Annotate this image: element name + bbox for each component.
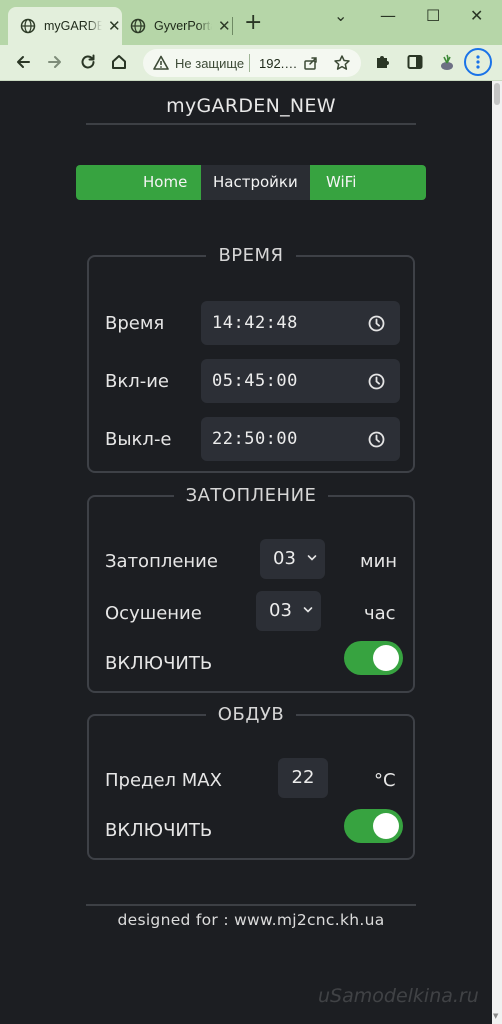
time-label: Время: [105, 313, 165, 334]
tab-gyverportal[interactable]: GyverPortal ✕: [122, 7, 232, 45]
off-time-value: 22:50:00: [212, 429, 298, 449]
dry-hours-select[interactable]: 03: [256, 591, 321, 631]
forward-button[interactable]: [44, 51, 66, 73]
close-tab-icon[interactable]: ✕: [108, 17, 121, 35]
nav-wifi[interactable]: WiFi: [326, 165, 356, 200]
profile-icon[interactable]: [437, 52, 457, 72]
flood-section: ЗАТОПЛЕНИЕ Затопление 03 мин Осушение 03…: [87, 485, 415, 693]
flood-enable-toggle[interactable]: [344, 641, 403, 675]
clock-icon[interactable]: [368, 373, 385, 390]
nav-home[interactable]: Home: [143, 165, 187, 200]
address-bar[interactable]: Не защищено 192.168.1.x: [143, 49, 361, 77]
toggle-knob: [373, 813, 399, 839]
off-time-label: Выкл-е: [105, 429, 172, 450]
close-tab-icon[interactable]: ✕: [218, 17, 231, 35]
toggle-knob: [373, 645, 399, 671]
home-icon: [112, 55, 126, 69]
page-content: myGARDEN_NEW Home Настройки WiFi ВРЕМЯ В…: [0, 81, 492, 1024]
globe-icon: [20, 18, 36, 34]
browser-toolbar: Не защищено 192.168.1.x: [0, 45, 502, 81]
reload-button[interactable]: [77, 51, 99, 73]
tab-title: GyverPortal: [154, 19, 212, 33]
max-limit-value: 22: [291, 767, 315, 788]
extensions-icon[interactable]: [373, 53, 391, 71]
nav-settings[interactable]: Настройки: [201, 165, 310, 200]
menu-icon: [476, 55, 480, 69]
url-text[interactable]: 192.168.1.x: [259, 56, 299, 71]
tab-separator: [232, 17, 233, 35]
flood-label: Затопление: [105, 551, 218, 572]
flood-unit: мин: [360, 551, 398, 572]
footer-divider: [86, 904, 416, 906]
close-window-button[interactable]: ✕: [470, 6, 483, 25]
flood-minutes-value: 03: [273, 548, 296, 569]
blow-enable-toggle[interactable]: [344, 809, 403, 843]
off-time-input[interactable]: 22:50:00: [201, 417, 400, 461]
on-time-value: 05:45:00: [212, 371, 298, 391]
dry-label: Осушение: [105, 603, 202, 624]
clock-icon[interactable]: [368, 431, 385, 448]
chevron-down-icon: [307, 555, 317, 561]
maximize-button[interactable]: ☐: [426, 6, 440, 25]
page-scrollbar[interactable]: ▼: [492, 81, 502, 1024]
tab-mygarden[interactable]: myGARDEN_NEW ✕: [8, 7, 122, 45]
dry-hours-value: 03: [269, 600, 292, 621]
minimize-button[interactable]: —: [380, 6, 396, 25]
globe-icon: [130, 18, 146, 34]
on-time-input[interactable]: 05:45:00: [201, 359, 400, 403]
watermark: uSamodelkina.ru: [318, 985, 479, 1007]
home-button[interactable]: [108, 51, 130, 73]
share-icon[interactable]: [303, 55, 319, 71]
star-icon[interactable]: [333, 54, 351, 72]
max-limit-label: Предел MAX: [105, 770, 222, 791]
on-time-label: Вкл-ие: [105, 371, 169, 392]
sidebar-icon[interactable]: [406, 53, 424, 71]
browser-tab-strip: myGARDEN_NEW ✕ GyverPortal ✕ + ⌄ — ☐ ✕: [0, 0, 502, 45]
tab-title: myGARDEN_NEW: [44, 19, 102, 33]
forward-icon: [48, 56, 61, 68]
blow-section-title: ОБДУВ: [217, 704, 285, 725]
back-button[interactable]: [12, 51, 34, 73]
title-divider: [86, 123, 416, 125]
security-label[interactable]: Не защищено: [175, 56, 245, 71]
browser-menu-button[interactable]: [464, 48, 492, 76]
scrollbar-thumb[interactable]: [494, 83, 500, 105]
clock-icon[interactable]: [368, 315, 385, 332]
time-section: ВРЕМЯ Время 14:42:48 Вкл-ие 05:45:00 Вык…: [87, 245, 415, 473]
blow-enable-label: ВКЛЮЧИТЬ: [105, 820, 213, 841]
reload-icon: [81, 54, 95, 69]
scroll-down-arrow[interactable]: ▼: [493, 1012, 498, 1020]
chevron-down-icon: [303, 607, 313, 613]
current-time-value: 14:42:48: [212, 313, 298, 333]
time-section-title: ВРЕМЯ: [218, 245, 284, 266]
flood-minutes-select[interactable]: 03: [260, 539, 325, 579]
page-title: myGARDEN_NEW: [166, 95, 336, 117]
new-tab-button[interactable]: +: [244, 12, 262, 34]
blow-section: ОБДУВ Предел MAX 22 °C ВКЛЮЧИТЬ: [87, 704, 415, 860]
back-icon: [17, 56, 30, 68]
tab-search-button[interactable]: ⌄: [334, 6, 347, 25]
footer-text: designed for : www.mj2cnc.kh.ua: [117, 911, 385, 929]
warning-icon: [153, 55, 169, 70]
flood-enable-label: ВКЛЮЧИТЬ: [105, 653, 213, 674]
dry-unit: час: [364, 603, 396, 624]
nav-bar: Home Настройки WiFi: [76, 165, 426, 200]
address-divider: [249, 54, 250, 72]
max-limit-input[interactable]: 22: [278, 758, 328, 798]
flood-section-title: ЗАТОПЛЕНИЕ: [185, 485, 317, 506]
current-time-input[interactable]: 14:42:48: [201, 301, 400, 345]
temperature-unit: °C: [374, 770, 396, 791]
